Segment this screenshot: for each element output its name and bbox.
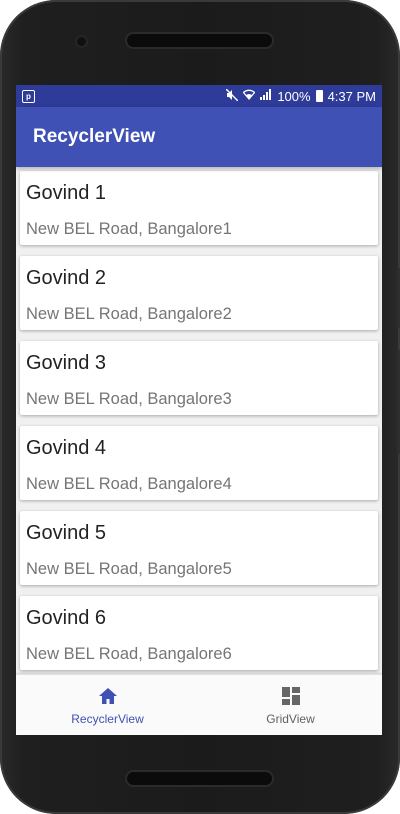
item-name: Govind 1 xyxy=(26,182,107,204)
status-bar: p 100% 4:37 PM xyxy=(16,85,382,107)
screen: p 100% 4:37 PM RecyclerView Govind 1 New… xyxy=(16,85,382,735)
nav-label: GridView xyxy=(266,711,315,726)
page-title: RecyclerView xyxy=(33,126,156,147)
signal-icon xyxy=(260,89,272,103)
battery-percent: 100% xyxy=(277,88,311,104)
item-address: New BEL Road, Bangalore2 xyxy=(26,305,232,323)
item-name: Govind 4 xyxy=(26,437,107,459)
wifi-icon xyxy=(242,89,256,103)
item-name: Govind 2 xyxy=(26,267,107,289)
recycler-list[interactable]: Govind 1 New BEL Road, Bangalore1 Govind… xyxy=(16,167,382,670)
front-camera xyxy=(77,37,86,46)
battery-icon xyxy=(315,90,323,102)
earpiece-speaker xyxy=(127,34,272,47)
app-bar: RecyclerView xyxy=(16,107,382,167)
list-item[interactable]: Govind 5 New BEL Road, Bangalore5 xyxy=(20,511,378,585)
item-name: Govind 3 xyxy=(26,352,107,374)
notification-icon: p xyxy=(22,89,35,103)
clock: 4:37 PM xyxy=(327,88,376,104)
item-address: New BEL Road, Bangalore1 xyxy=(26,220,232,238)
item-name: Govind 5 xyxy=(26,522,107,544)
nav-label: RecyclerView xyxy=(71,711,144,726)
item-address: New BEL Road, Bangalore6 xyxy=(26,645,232,663)
mute-icon xyxy=(225,88,239,104)
list-item[interactable]: Govind 2 New BEL Road, Bangalore2 xyxy=(20,256,378,330)
bottom-navigation: RecyclerView GridView xyxy=(16,674,382,735)
item-address: New BEL Road, Bangalore4 xyxy=(26,475,232,493)
nav-item-recyclerview[interactable]: RecyclerView xyxy=(16,675,199,735)
item-address: New BEL Road, Bangalore5 xyxy=(26,560,232,578)
list-item[interactable]: Govind 6 New BEL Road, Bangalore6 xyxy=(20,596,378,670)
item-name: Govind 6 xyxy=(26,607,107,629)
list-item[interactable]: Govind 3 New BEL Road, Bangalore3 xyxy=(20,341,378,415)
bottom-speaker xyxy=(127,772,272,785)
list-item[interactable]: Govind 4 New BEL Road, Bangalore4 xyxy=(20,426,378,500)
home-icon xyxy=(98,685,118,707)
nav-item-gridview[interactable]: GridView xyxy=(199,675,382,735)
item-address: New BEL Road, Bangalore3 xyxy=(26,390,232,408)
phone-frame: p 100% 4:37 PM RecyclerView Govind 1 New… xyxy=(0,0,400,814)
list-item[interactable]: Govind 1 New BEL Road, Bangalore1 xyxy=(20,171,378,245)
dashboard-icon xyxy=(281,685,301,707)
